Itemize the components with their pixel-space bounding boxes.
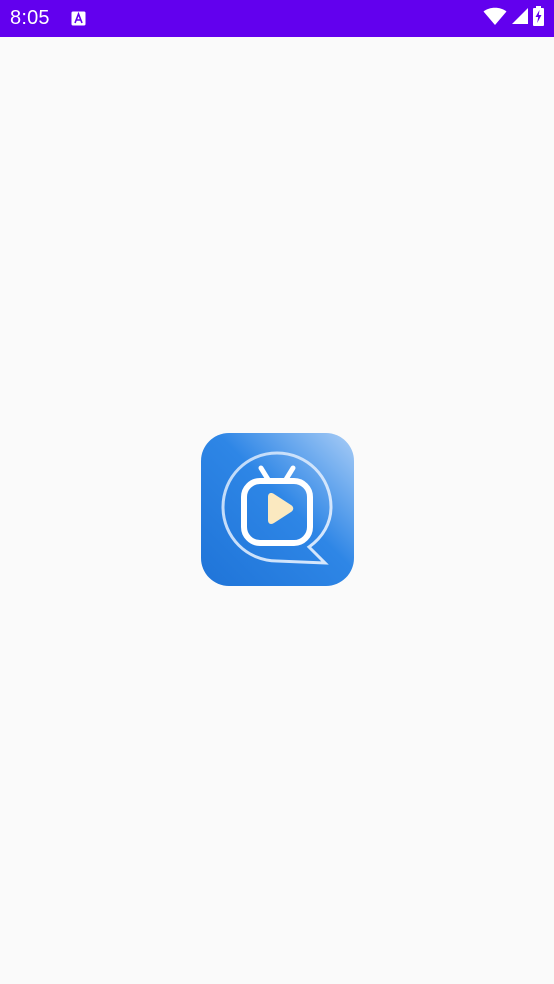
wifi-icon <box>483 6 507 31</box>
battery-charging-icon <box>533 6 544 31</box>
status-bar: 8:05 <box>0 0 554 37</box>
tv-chat-app-logo-icon <box>201 433 354 586</box>
splash-screen: 8:05 <box>0 0 554 984</box>
status-time: 8:05 <box>10 7 50 29</box>
corner-mark <box>0 978 6 984</box>
signal-icon <box>511 7 529 30</box>
accessibility-app-icon <box>71 11 86 26</box>
status-icons <box>483 0 544 37</box>
